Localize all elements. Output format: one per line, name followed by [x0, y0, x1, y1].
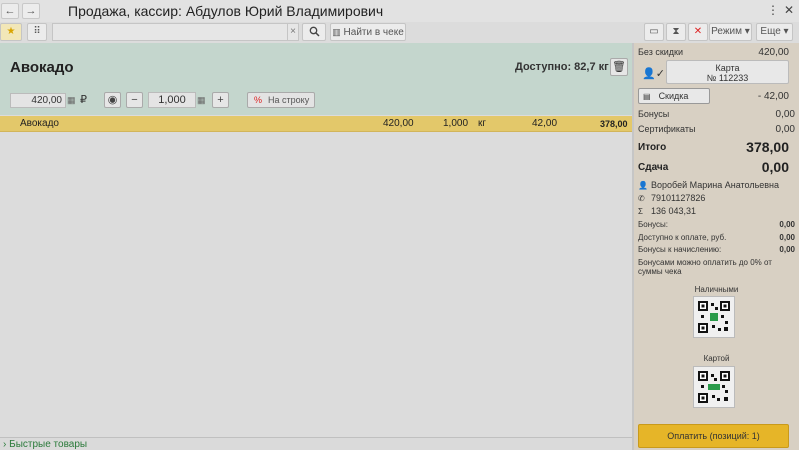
title-bar: ← → Продажа, кассир: Абдулов Юрий Владим…: [0, 0, 799, 22]
barcode-icon: ▥: [332, 27, 341, 37]
search-icon[interactable]: [302, 23, 326, 41]
pay-button[interactable]: Оплатить (позиций: 1): [638, 424, 789, 448]
client-name-row: 👤 Воробей Марина Анатольевна: [638, 180, 780, 190]
message-icon[interactable]: ▭: [644, 23, 664, 41]
dropdown-arrow-icon: ▾: [783, 26, 789, 37]
client-bonuses-row: Бонусы: 0,00: [638, 220, 795, 229]
card-qr-code-icon[interactable]: [693, 366, 735, 408]
mode-dropdown[interactable]: Режим ▾: [709, 23, 752, 41]
chevron-right-icon: ›: [3, 439, 7, 450]
product-name: Авокадо: [10, 59, 74, 76]
cancel-x-icon[interactable]: ✕: [688, 23, 708, 41]
discount-icon: ▤: [643, 92, 651, 101]
calculator-icon[interactable]: ▦: [197, 93, 208, 108]
item-unit: кг: [478, 118, 487, 129]
hourglass-icon[interactable]: ⧗: [666, 23, 686, 41]
person-icon: 👤: [638, 181, 648, 190]
total-value: 378,00: [746, 139, 789, 155]
forward-arrow-icon[interactable]: →: [22, 3, 40, 19]
item-name: Авокадо: [20, 118, 59, 129]
currency-symbol: ₽: [80, 94, 87, 106]
loyalty-card-button[interactable]: Карта № 112233: [666, 60, 789, 84]
more-dropdown[interactable]: Еще ▾: [756, 23, 793, 41]
trash-icon[interactable]: 🗑: [610, 58, 628, 76]
no-discount-row: Без скидки 420,00: [638, 47, 789, 58]
star-icon[interactable]: ★: [0, 23, 22, 41]
item-qty: 1,000: [443, 118, 469, 129]
bonuses-row: Бонусы 0,00: [638, 109, 795, 120]
price-input[interactable]: 420,00: [10, 93, 66, 108]
change-value: 0,00: [761, 159, 789, 175]
total-label: Итого: [638, 142, 667, 153]
available-stock: Доступно: 82,7 кг: [515, 61, 609, 73]
close-icon[interactable]: ✕: [784, 3, 794, 17]
bonus-note-line2: суммы чека: [638, 267, 682, 276]
client-available-row: Доступно к оплате, руб. 0,00: [638, 233, 795, 242]
item-sum: 378,00: [600, 119, 628, 129]
plus-button[interactable]: +: [212, 92, 229, 108]
client-accrual-row: Бонусы к начислению: 0,00: [638, 245, 795, 254]
phone-icon: ✆: [638, 194, 645, 203]
window-title: Продажа, кассир: Абдулов Юрий Владимиров…: [68, 3, 384, 19]
summary-panel: Без скидки 420,00 👤✓ Карта № 112233 ▤ Ски…: [634, 43, 799, 450]
item-price: 420,00: [383, 118, 414, 129]
client-sum-row: Σ 136 043,31: [638, 206, 697, 216]
more-vertical-icon[interactable]: ⋮: [767, 3, 779, 17]
percent-icon: %: [254, 95, 263, 105]
search-input[interactable]: [52, 23, 288, 41]
toolbar: ★ ⠿ × ▥ Найти в чеке ▭ ⧗ ✕ Режим ▾ Еще ▾: [0, 22, 799, 42]
eye-icon[interactable]: ◉: [104, 92, 121, 108]
quick-goods-toggle[interactable]: › Быстрые товары: [0, 437, 632, 450]
find-in-receipt-button[interactable]: ▥ Найти в чеке: [330, 23, 406, 41]
apply-discount-to-line-button[interactable]: % На строку: [247, 92, 315, 108]
card-qr-label: Картой: [703, 354, 730, 363]
sigma-icon: Σ: [638, 207, 643, 216]
quantity-input[interactable]: 1,000: [148, 92, 196, 108]
dropdown-arrow-icon: ▾: [744, 26, 750, 37]
cash-qr-code-icon[interactable]: [693, 296, 735, 338]
cash-qr-label: Наличными: [694, 285, 739, 294]
item-discount: 42,00: [532, 118, 558, 129]
user-check-icon: 👤✓: [642, 68, 665, 80]
calculator-icon[interactable]: ▦: [67, 93, 78, 108]
bonus-note-line1: Бонусами можно оплатить до 0% от: [638, 258, 772, 267]
certificates-row: Сертификаты 0,00: [638, 124, 795, 135]
back-arrow-icon[interactable]: ←: [1, 3, 19, 19]
minus-button[interactable]: −: [126, 92, 143, 108]
product-panel: Авокадо Доступно: 82,7 кг 🗑 420,00 ▦ ₽ ◉…: [0, 43, 632, 115]
discount-button[interactable]: ▤ Скидка: [638, 88, 710, 104]
discount-value: - 42,00: [757, 91, 789, 102]
client-phone-row: ✆ 79101127826: [638, 193, 706, 203]
change-label: Сдача: [638, 162, 669, 173]
receipt-list: [0, 132, 632, 437]
grid-icon[interactable]: ⠿: [27, 23, 47, 41]
clear-icon[interactable]: ×: [287, 23, 299, 41]
table-row[interactable]: Авокадо 420,00 1,000 кг 42,00 378,00: [0, 116, 632, 132]
